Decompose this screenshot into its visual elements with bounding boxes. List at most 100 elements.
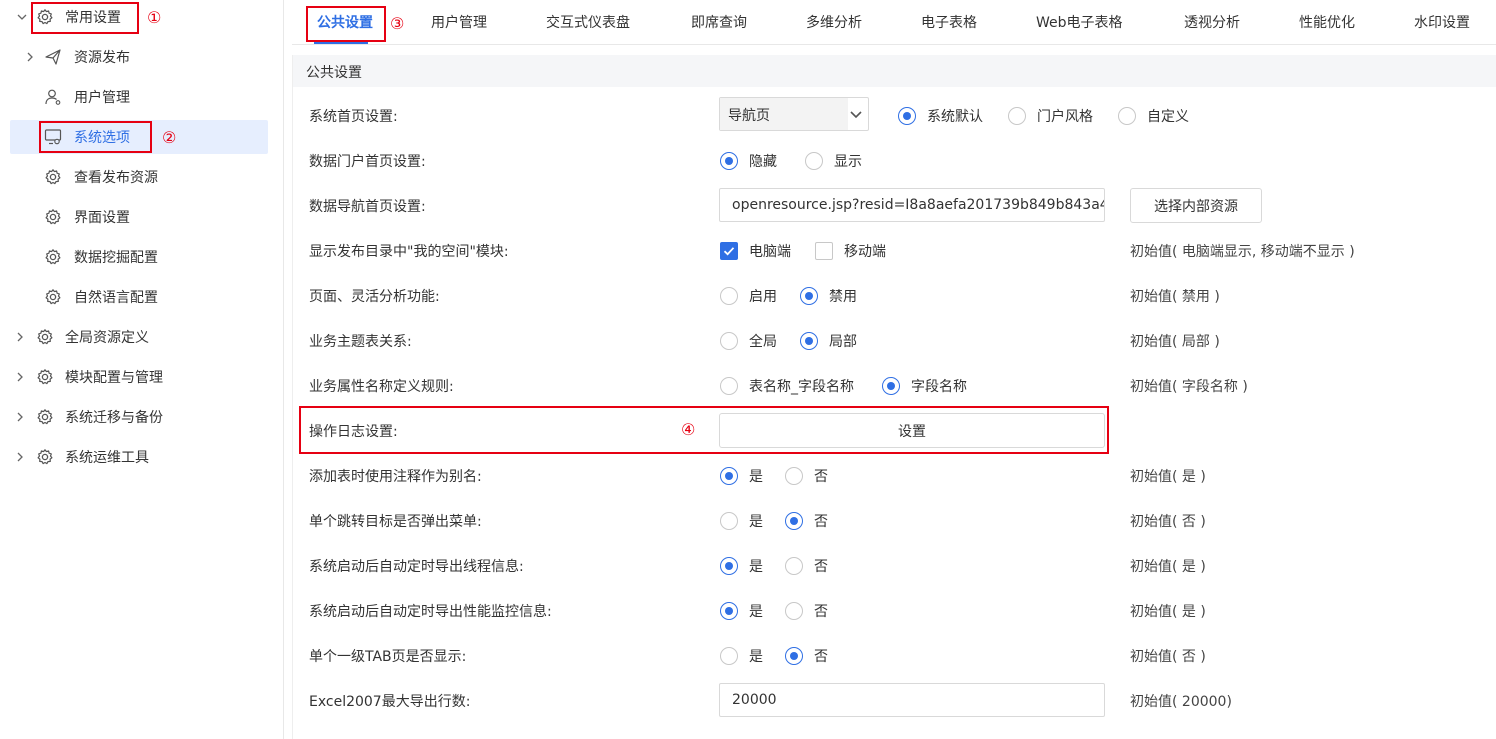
sidebar-item-resource-publish[interactable]: 资源发布 (10, 40, 268, 74)
excel-max-rows-input[interactable]: 20000 (719, 683, 1105, 717)
radio-jump-yes[interactable] (720, 512, 738, 530)
radio-tab-yes[interactable] (720, 647, 738, 665)
sidebar-item-module-config[interactable]: 模块配置与管理 (0, 360, 280, 394)
sidebar-item-label: 查看发布资源 (74, 170, 158, 186)
annotation-mark-3: ③ (390, 14, 405, 33)
gear-icon (44, 208, 62, 226)
radio-label: 否 (814, 469, 828, 485)
sidebar-item-nlp[interactable]: 自然语言配置 (10, 280, 268, 314)
chevron-right-icon (24, 49, 36, 65)
radio-jump-no[interactable] (785, 512, 803, 530)
radio-relation-local[interactable] (800, 332, 818, 350)
tab-watermark[interactable]: 水印设置 (1414, 12, 1470, 32)
initial-value-note: 初始值( 是 ) (1130, 469, 1206, 485)
flex-setting-label: 页面、灵活分析功能: (309, 289, 440, 305)
thread-setting-label: 系统启动后自动定时导出线程信息: (309, 559, 524, 575)
initial-value-note: 初始值( 20000) (1130, 694, 1232, 710)
gear-icon (44, 288, 62, 306)
radio-label: 否 (814, 604, 828, 620)
relation-setting-label: 业务主题表关系: (309, 334, 412, 350)
tab-olap[interactable]: 多维分析 (806, 12, 862, 32)
tab-adhoc-query[interactable]: 即席查询 (691, 12, 747, 32)
initial-value-note: 初始值( 禁用 ) (1130, 289, 1220, 305)
gear-icon (36, 8, 54, 26)
sidebar-item-label: 常用设置 (65, 10, 121, 26)
active-tab-indicator (314, 41, 368, 44)
gear-icon (36, 368, 54, 386)
tab-web-spreadsheet[interactable]: Web电子表格 (1036, 12, 1123, 32)
gear-icon (44, 168, 62, 186)
radio-alias-no[interactable] (785, 467, 803, 485)
radio-flex-enable[interactable] (720, 287, 738, 305)
radio-label: 是 (749, 469, 763, 485)
initial-value-note: 初始值( 是 ) (1130, 559, 1206, 575)
radio-label: 否 (814, 649, 828, 665)
annotation-mark-4: ④ (681, 420, 696, 439)
chevron-down-icon (850, 111, 862, 119)
radio-label: 显示 (834, 154, 862, 170)
radio-perf-no[interactable] (785, 602, 803, 620)
home-page-select[interactable]: 导航页 (719, 97, 869, 131)
sidebar-item-common-settings[interactable]: 常用设置 (0, 0, 280, 34)
nav-resource-input[interactable]: openresource.jsp?resid=I8a8aefa201739b84… (719, 188, 1105, 222)
radio-label: 是 (749, 559, 763, 575)
radio-portal-show[interactable] (805, 152, 823, 170)
checkbox-label: 电脑端 (749, 244, 791, 260)
radio-label: 启用 (749, 289, 777, 305)
radio-home-portal[interactable] (1008, 107, 1026, 125)
perf-setting-label: 系统启动后自动定时导出性能监控信息: (309, 604, 552, 620)
oplog-setting-label: 操作日志设置: (309, 424, 398, 440)
myspace-setting-label: 显示发布目录中"我的空间"模块: (309, 244, 509, 260)
tab-user-management[interactable]: 用户管理 (431, 12, 487, 32)
radio-label: 是 (749, 649, 763, 665)
radio-home-default[interactable] (898, 107, 916, 125)
radio-label: 否 (814, 559, 828, 575)
sidebar-item-ops-tools[interactable]: 系统运维工具 (0, 440, 280, 474)
paper-plane-icon (44, 48, 62, 66)
sidebar-item-ui-settings[interactable]: 界面设置 (10, 200, 268, 234)
select-internal-resource-button[interactable]: 选择内部资源 (1130, 188, 1262, 223)
sidebar-item-label: 全局资源定义 (65, 330, 149, 346)
radio-tab-no[interactable] (785, 647, 803, 665)
radio-perf-yes[interactable] (720, 602, 738, 620)
radio-label: 全局 (749, 334, 777, 350)
panel-title: 公共设置 (306, 65, 362, 81)
radio-label: 局部 (829, 334, 857, 350)
user-icon (44, 88, 62, 106)
checkbox-mobile[interactable] (815, 242, 833, 260)
radio-label: 是 (749, 514, 763, 530)
radio-relation-global[interactable] (720, 332, 738, 350)
chevron-right-icon (14, 409, 26, 425)
tab-pivot[interactable]: 透视分析 (1184, 12, 1240, 32)
radio-naming-field[interactable] (882, 377, 900, 395)
radio-thread-no[interactable] (785, 557, 803, 575)
tab-spreadsheet[interactable]: 电子表格 (921, 12, 977, 32)
sidebar: 常用设置 资源发布 用户管理 系统选项 查看发布资源 界面设置 数据挖掘配置 自… (0, 0, 284, 739)
radio-portal-hide[interactable] (720, 152, 738, 170)
tab-dashboard[interactable]: 交互式仪表盘 (546, 12, 630, 32)
sidebar-item-migration-backup[interactable]: 系统迁移与备份 (0, 400, 280, 434)
radio-alias-yes[interactable] (720, 467, 738, 485)
checkbox-desktop[interactable] (720, 242, 738, 260)
sidebar-item-global-resources[interactable]: 全局资源定义 (0, 320, 280, 354)
sidebar-item-label: 用户管理 (74, 90, 130, 106)
sidebar-item-user-management[interactable]: 用户管理 (10, 80, 268, 114)
chevron-right-icon (14, 369, 26, 385)
radio-home-custom[interactable] (1118, 107, 1136, 125)
panel-header: 公共设置 (293, 55, 1496, 87)
annotation-mark-1: ① (147, 8, 162, 27)
radio-label: 字段名称 (911, 379, 967, 395)
tab-performance[interactable]: 性能优化 (1299, 12, 1355, 32)
oplog-settings-button[interactable]: 设置 (719, 413, 1105, 448)
radio-naming-table-field[interactable] (720, 377, 738, 395)
radio-thread-yes[interactable] (720, 557, 738, 575)
sidebar-item-view-published[interactable]: 查看发布资源 (10, 160, 268, 194)
sidebar-item-system-options[interactable]: 系统选项 (10, 120, 268, 154)
radio-flex-disable[interactable] (800, 287, 818, 305)
jump-setting-label: 单个跳转目标是否弹出菜单: (309, 514, 482, 530)
radio-label: 门户风格 (1037, 109, 1093, 125)
sidebar-item-data-mining[interactable]: 数据挖掘配置 (10, 240, 268, 274)
tab-public-settings[interactable]: 公共设置 (317, 12, 373, 32)
sidebar-item-label: 自然语言配置 (74, 290, 158, 306)
sidebar-item-label: 数据挖掘配置 (74, 250, 158, 266)
